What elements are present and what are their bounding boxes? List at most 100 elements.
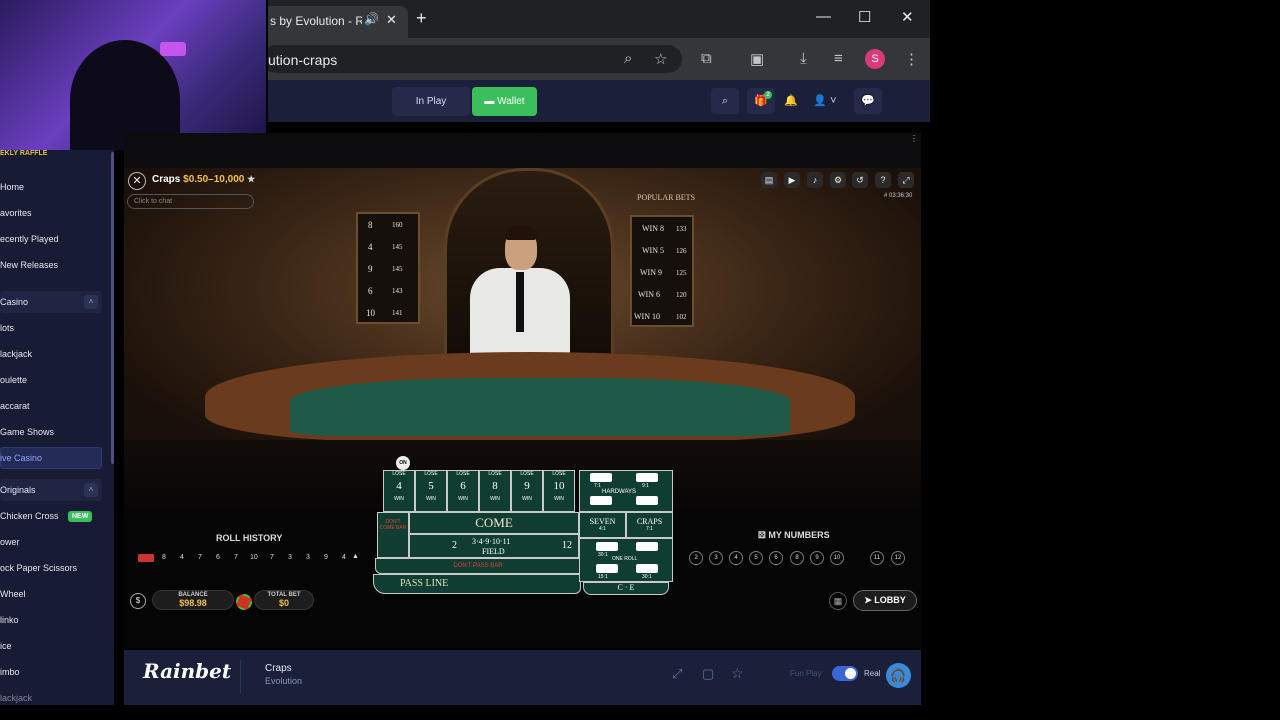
sound-icon[interactable]: ♪ <box>807 172 823 188</box>
chevron-up-icon[interactable]: ˄ <box>84 295 98 309</box>
favorite-icon[interactable]: ☆ <box>731 665 744 682</box>
lobby-button[interactable]: ➤ LOBBY <box>853 590 917 611</box>
profile-avatar[interactable]: S <box>865 49 885 69</box>
one-roll-bets[interactable]: 30:1 ONE ROLL 15:1 30:1 <box>579 538 673 582</box>
user-menu-icon[interactable]: 👤 ˅ <box>807 88 843 114</box>
place-bet-10[interactable]: LOSE 10 WIN <box>543 470 575 512</box>
field-2: 2 <box>452 540 457 551</box>
chat-input[interactable]: Click to chat <box>127 194 254 209</box>
window-close-button[interactable]: ✕ <box>901 8 914 26</box>
craps-bet[interactable]: CRAPS 7:1 <box>626 512 673 538</box>
sidebar-item-favorites[interactable]: avorites <box>0 202 102 224</box>
sidebar-item-dice[interactable]: ice <box>0 635 102 657</box>
stats-icon[interactable]: ▦ <box>829 592 847 610</box>
dice-icon <box>596 564 618 573</box>
minimize-button[interactable]: — <box>816 8 831 25</box>
seven-bet[interactable]: SEVEN 4:1 <box>579 512 626 538</box>
sidebar-item-tower[interactable]: ower <box>0 531 102 553</box>
new-tab-button[interactable]: + <box>416 8 427 29</box>
history-icon[interactable]: ↺ <box>852 172 868 188</box>
my-number[interactable]: 10 <box>830 551 844 565</box>
favorite-star-icon[interactable]: ★ <box>247 174 255 184</box>
chevron-up-icon[interactable]: ˄ <box>84 483 98 497</box>
my-number[interactable]: 12 <box>891 551 905 565</box>
sidebar-item-slots[interactable]: lots <box>0 317 102 339</box>
chat-icon[interactable]: 💬 <box>854 88 882 114</box>
odds-label: 4:1 <box>599 526 606 532</box>
notification-bell-icon[interactable]: 🔔 <box>777 88 805 114</box>
theater-mode-icon[interactable]: ▢ <box>702 666 714 682</box>
come-bet[interactable]: COME <box>409 512 579 534</box>
my-number[interactable]: 9 <box>810 551 824 565</box>
popular-bet-count: 133 <box>676 225 687 233</box>
sidebar-item-game-shows[interactable]: Game Shows <box>0 421 102 443</box>
reading-list-icon[interactable]: ▣ <box>750 50 764 68</box>
chat-toggle-icon[interactable]: ▤ <box>761 172 777 188</box>
tab-close-icon[interactable]: ✕ <box>386 12 397 28</box>
place-bet-8[interactable]: LOSE 8 WIN <box>479 470 511 512</box>
my-number[interactable]: 5 <box>749 551 763 565</box>
my-number[interactable]: 8 <box>790 551 804 565</box>
raffle-banner[interactable]: EKLY RAFFLE <box>0 150 47 157</box>
search-icon[interactable]: ⌕ <box>711 88 739 114</box>
game-limits: $0.50–10,000 <box>183 174 245 185</box>
download-icon[interactable]: ⤓ <box>800 50 807 67</box>
settings-gear-icon[interactable]: ⚙ <box>830 172 846 188</box>
sidebar-item-home[interactable]: Home <box>0 176 102 198</box>
url-text[interactable]: ution-craps <box>268 52 337 68</box>
maximize-button[interactable]: ☐ <box>858 8 871 26</box>
point-number: 9 <box>524 480 530 492</box>
place-bet-4[interactable]: LOSE 4 WIN <box>383 470 415 512</box>
support-headset-icon[interactable]: 🎧 <box>886 663 911 688</box>
rainbet-logo[interactable]: Rainbet <box>143 659 231 683</box>
my-number[interactable]: 6 <box>769 551 783 565</box>
place-bet-9[interactable]: LOSE 9 WIN <box>511 470 543 512</box>
lose-label: LOSE <box>520 471 534 477</box>
more-options-icon[interactable]: ⋮ <box>910 134 918 143</box>
dont-come-bar[interactable]: DON'T COME BAR <box>377 512 409 558</box>
my-number[interactable]: 2 <box>689 551 703 565</box>
bookmark-star-icon[interactable]: ☆ <box>654 50 667 68</box>
speaker-icon[interactable]: 🔊 <box>364 12 379 26</box>
my-number[interactable]: 11 <box>870 551 884 565</box>
expand-icon[interactable]: ⤢ <box>672 666 682 682</box>
sidebar-item-live-casino[interactable]: ive Casino <box>0 447 102 469</box>
sidebar-item-wheel[interactable]: Wheel <box>0 583 102 605</box>
fullscreen-icon[interactable]: ⤢ <box>898 172 914 188</box>
my-number[interactable]: 4 <box>729 551 743 565</box>
field-bet[interactable]: 2 3·4·9·10·11 FIELD 12 <box>409 534 579 558</box>
real-play-toggle[interactable] <box>832 666 858 681</box>
chrome-menu-icon[interactable]: ⋮ <box>904 50 919 68</box>
pass-line[interactable]: PASS LINE <box>373 574 581 594</box>
popular-bets-title: POPULAR BETS <box>637 193 696 202</box>
sidebar-scrollbar[interactable] <box>111 152 114 464</box>
sidebar-item-new-releases[interactable]: New Releases <box>0 254 102 276</box>
sidebar-item-blackjack-original[interactable]: lackjack <box>0 687 102 709</box>
close-game-icon[interactable]: ✕ <box>128 172 146 190</box>
dont-pass-bar[interactable]: DON'T PASS BAR <box>375 558 581 574</box>
extensions-icon[interactable]: ⧉ <box>701 50 712 67</box>
zoom-icon[interactable]: ⌕ <box>624 50 632 67</box>
sidebar-item-recently-played[interactable]: ecently Played <box>0 228 102 250</box>
help-icon[interactable]: ? <box>875 172 891 188</box>
caret-up-icon[interactable]: ▲ <box>352 553 359 560</box>
roll-history-item: 4 <box>342 554 346 561</box>
sidebar-item-rock-paper-scissors[interactable]: ock Paper Scissors <box>0 557 102 579</box>
my-number[interactable]: 3 <box>709 551 723 565</box>
hardways-bets[interactable]: 7:1 9:1 HARDWAYS <box>579 470 673 512</box>
place-bet-6[interactable]: LOSE 6 WIN <box>447 470 479 512</box>
sidebar-item-blackjack[interactable]: lackjack <box>0 343 102 365</box>
in-play-button[interactable]: In Play <box>392 87 470 116</box>
media-control-icon[interactable]: ≡ <box>834 50 843 67</box>
place-bet-5[interactable]: LOSE 5 WIN <box>415 470 447 512</box>
sidebar-item-roulette[interactable]: oulette <box>0 369 102 391</box>
video-icon[interactable]: ▶ <box>784 172 800 188</box>
ce-bet[interactable]: C · E <box>583 582 669 595</box>
sidebar-item-plinko[interactable]: linko <box>0 609 102 631</box>
roll-history-item: 7 <box>198 554 202 561</box>
wallet-button[interactable]: ▬ Wallet <box>472 87 537 116</box>
sidebar-item-baccarat[interactable]: accarat <box>0 395 102 417</box>
browser-tab[interactable]: s by Evolution - Ra 🔊 ✕ <box>262 6 408 38</box>
point-number: 6 <box>460 480 466 492</box>
sidebar-item-limbo[interactable]: imbo <box>0 661 102 683</box>
